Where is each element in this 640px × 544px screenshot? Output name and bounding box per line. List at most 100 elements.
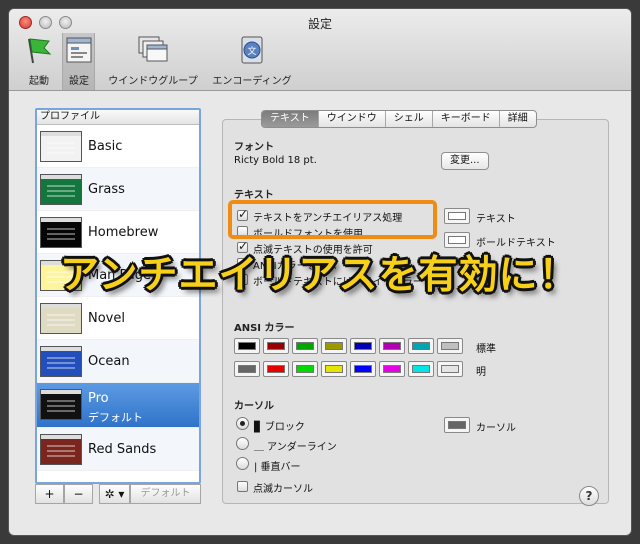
ansi-bright-swatch-fill xyxy=(441,365,459,373)
profile-thumbnail xyxy=(40,389,82,420)
tab-advanced[interactable]: 詳細 xyxy=(500,111,536,127)
tab-window[interactable]: ウインドウ xyxy=(319,111,386,127)
toolbar-startup-button[interactable]: 起動 xyxy=(23,35,55,87)
blink-cursor-label: 点滅カーソル xyxy=(253,484,313,495)
ansi-normal-swatch-fill xyxy=(441,342,459,350)
ansi-bright-swatch[interactable] xyxy=(321,361,347,377)
profile-action-menu[interactable]: ✲ ▾ xyxy=(99,484,130,504)
ansi-bright-swatch[interactable] xyxy=(350,361,376,377)
tab-shell[interactable]: シェル xyxy=(386,111,433,127)
text-color-swatch[interactable] xyxy=(444,208,470,224)
help-button[interactable]: ? xyxy=(579,486,599,506)
window-group-icon xyxy=(138,36,168,62)
ansi-bright-label: 明 xyxy=(476,367,486,378)
cursor-style-label: | 垂直バー xyxy=(254,462,301,473)
profile-name: Ocean xyxy=(88,354,130,369)
settings-tabs: テキスト ウインドウ シェル キーボード 詳細 xyxy=(261,110,537,128)
ansi-normal-label: 標準 xyxy=(476,344,496,355)
remove-profile-button[interactable]: − xyxy=(64,484,93,504)
ansi-bright-swatch-fill xyxy=(267,365,285,373)
text-color-label: テキスト xyxy=(476,214,516,225)
settings-window-icon xyxy=(66,37,92,63)
cursor-style-label: ＿ アンダーライン xyxy=(254,442,337,453)
ansi-bright-swatch-fill xyxy=(354,365,372,373)
tab-text[interactable]: テキスト xyxy=(262,111,319,127)
profile-name: Basic xyxy=(88,139,123,154)
profile-item[interactable]: Novel xyxy=(37,297,199,340)
ansi-normal-swatch-fill xyxy=(412,342,430,350)
profile-thumbnail xyxy=(40,174,82,205)
ansi-normal-swatch[interactable] xyxy=(437,338,463,354)
ansi-normal-swatch[interactable] xyxy=(408,338,434,354)
profile-thumbnail xyxy=(40,434,82,465)
profile-item[interactable]: Grass xyxy=(37,168,199,211)
profile-item[interactable]: Ocean xyxy=(37,340,199,383)
ansi-section-title: ANSI カラー xyxy=(234,323,295,334)
ansi-bright-swatch-fill xyxy=(412,365,430,373)
tab-keyboard[interactable]: キーボード xyxy=(433,111,500,127)
profile-name: Grass xyxy=(88,182,125,197)
ansi-bright-swatch-fill xyxy=(238,365,256,373)
profile-default-label: デフォルト xyxy=(88,411,143,424)
change-font-button[interactable]: 変更... xyxy=(441,152,489,170)
toolbar-startup-label: 起動 xyxy=(29,76,49,87)
toolbar: 設定 起動 設定 ウインドウグループ 文 エンコーディング xyxy=(9,9,631,91)
cursor-style-radio[interactable] xyxy=(236,417,249,430)
window-title: 設定 xyxy=(307,17,332,31)
svg-text:文: 文 xyxy=(247,45,256,57)
ansi-normal-swatch[interactable] xyxy=(350,338,376,354)
cursor-section-title: カーソル xyxy=(234,401,274,412)
ansi-bright-swatch[interactable] xyxy=(379,361,405,377)
ansi-normal-swatch-fill xyxy=(325,342,343,350)
ansi-bright-swatch-fill xyxy=(325,365,343,373)
ansi-bright-swatch[interactable] xyxy=(437,361,463,377)
toolbar-settings-label: 設定 xyxy=(69,76,89,87)
profile-name: Pro xyxy=(88,391,109,406)
cursor-style-radio[interactable] xyxy=(236,457,249,470)
ansi-normal-swatch[interactable] xyxy=(263,338,289,354)
profile-name: Red Sands xyxy=(88,442,157,457)
font-section-title: フォント xyxy=(234,142,274,153)
toolbar-window-groups-label: ウインドウグループ xyxy=(108,76,198,87)
ansi-normal-swatch[interactable] xyxy=(292,338,318,354)
cursor-color-swatch[interactable] xyxy=(444,417,470,433)
cursor-style-label: ▊ ブロック xyxy=(254,422,305,433)
profile-item[interactable]: Basic xyxy=(37,125,199,168)
ansi-bright-swatch[interactable] xyxy=(263,361,289,377)
ansi-normal-swatch-fill xyxy=(354,342,372,350)
ansi-normal-swatch-fill xyxy=(383,342,401,350)
text-section-title: テキスト xyxy=(234,190,274,201)
profile-list-header: プロファイル xyxy=(37,110,199,125)
overlay-banner: アンチエイリアスを有効に！ xyxy=(60,253,579,298)
profile-item[interactable]: Red Sands xyxy=(37,428,199,471)
toolbar-window-groups-button[interactable]: ウインドウグループ xyxy=(105,35,201,87)
cursor-style-radio[interactable] xyxy=(236,437,249,450)
ansi-normal-swatch-fill xyxy=(296,342,314,350)
ansi-bright-swatch-fill xyxy=(383,365,401,373)
profile-thumbnail xyxy=(40,131,82,162)
toolbar-encodings-button[interactable]: 文 エンコーディング xyxy=(207,35,297,87)
toolbar-encodings-label: エンコーディング xyxy=(212,76,292,87)
ansi-normal-swatch[interactable] xyxy=(379,338,405,354)
set-default-button[interactable]: デフォルト xyxy=(130,484,201,504)
font-value: Ricty Bold 18 pt. xyxy=(234,155,317,166)
ansi-bright-swatch-fill xyxy=(296,365,314,373)
encoding-icon: 文 xyxy=(241,36,263,64)
ansi-bright-swatch[interactable] xyxy=(408,361,434,377)
ansi-normal-swatch[interactable] xyxy=(234,338,260,354)
ansi-normal-swatch-fill xyxy=(238,342,256,350)
profile-item[interactable]: Pro デフォルト xyxy=(37,383,199,428)
flag-icon xyxy=(28,38,52,64)
cursor-color-label: カーソル xyxy=(476,423,516,434)
add-profile-button[interactable]: + xyxy=(35,484,64,504)
ansi-normal-swatch[interactable] xyxy=(321,338,347,354)
profile-thumbnail xyxy=(40,346,82,377)
ansi-bright-swatch[interactable] xyxy=(292,361,318,377)
profile-tools: + − ✲ ▾ デフォルト xyxy=(35,484,201,504)
antialias-highlight-box xyxy=(228,200,437,239)
blink-cursor-checkbox[interactable] xyxy=(237,481,248,492)
profile-name: Novel xyxy=(88,311,125,326)
toolbar-settings-button[interactable]: 設定 xyxy=(63,35,95,87)
ansi-normal-swatch-fill xyxy=(267,342,285,350)
ansi-bright-swatch[interactable] xyxy=(234,361,260,377)
